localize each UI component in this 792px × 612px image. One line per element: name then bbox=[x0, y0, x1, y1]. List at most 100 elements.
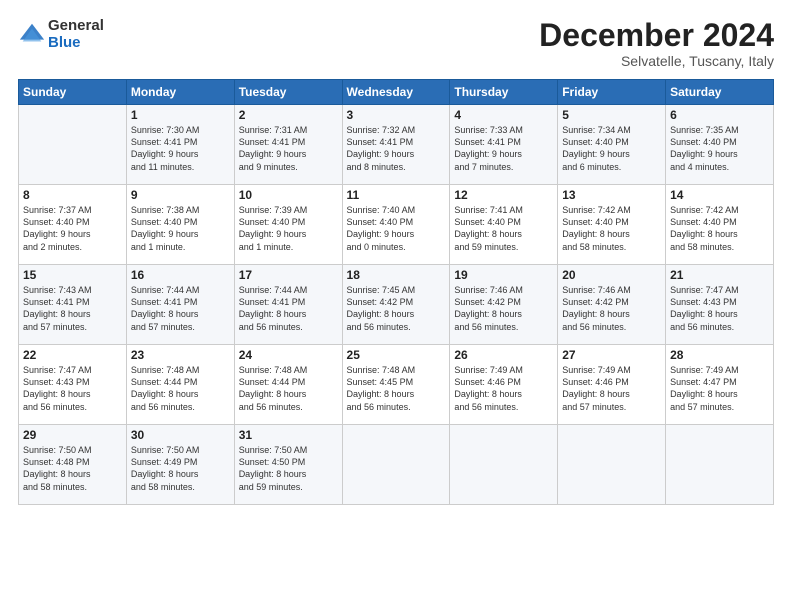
day-number: 24 bbox=[239, 348, 338, 362]
day-info: Sunrise: 7:49 AMSunset: 4:46 PMDaylight:… bbox=[454, 364, 553, 413]
day-number: 19 bbox=[454, 268, 553, 282]
day-number: 2 bbox=[239, 108, 338, 122]
calendar-cell: 26 Sunrise: 7:49 AMSunset: 4:46 PMDayligh… bbox=[450, 345, 558, 425]
day-info: Sunrise: 7:46 AMSunset: 4:42 PMDaylight:… bbox=[454, 284, 553, 333]
day-number: 27 bbox=[562, 348, 661, 362]
calendar-cell: 22 Sunrise: 7:47 AMSunset: 4:43 PMDayligh… bbox=[19, 345, 127, 425]
day-info: Sunrise: 7:33 AMSunset: 4:41 PMDaylight:… bbox=[454, 124, 553, 173]
title-block: December 2024 Selvatelle, Tuscany, Italy bbox=[539, 18, 774, 69]
calendar-cell: 4 Sunrise: 7:33 AMSunset: 4:41 PMDaylight… bbox=[450, 105, 558, 185]
day-number: 18 bbox=[347, 268, 446, 282]
calendar-cell: 11 Sunrise: 7:40 AMSunset: 4:40 PMDayligh… bbox=[342, 185, 450, 265]
calendar-cell: 24 Sunrise: 7:48 AMSunset: 4:44 PMDayligh… bbox=[234, 345, 342, 425]
calendar-week-row: 8 Sunrise: 7:37 AMSunset: 4:40 PMDaylight… bbox=[19, 185, 774, 265]
calendar-week-row: 29 Sunrise: 7:50 AMSunset: 4:48 PMDayligh… bbox=[19, 425, 774, 505]
calendar-cell: 27Sunrise: 7:49 AMSunset: 4:46 PMDayligh… bbox=[558, 345, 666, 425]
day-number: 9 bbox=[131, 188, 230, 202]
day-info: Sunrise: 7:38 AMSunset: 4:40 PMDaylight:… bbox=[131, 204, 230, 253]
calendar-week-row: 1 Sunrise: 7:30 AMSunset: 4:41 PMDaylight… bbox=[19, 105, 774, 185]
day-info: Sunrise: 7:48 AMSunset: 4:44 PMDaylight:… bbox=[239, 364, 338, 413]
day-info: Sunrise: 7:44 AMSunset: 4:41 PMDaylight:… bbox=[239, 284, 338, 333]
day-info: Sunrise: 7:46 AMSunset: 4:42 PMDaylight:… bbox=[562, 284, 661, 333]
day-info: Sunrise: 7:45 AMSunset: 4:42 PMDaylight:… bbox=[347, 284, 446, 333]
calendar-cell: 25Sunrise: 7:48 AMSunset: 4:45 PMDayligh… bbox=[342, 345, 450, 425]
day-info: Sunrise: 7:48 AMSunset: 4:44 PMDaylight:… bbox=[131, 364, 230, 413]
calendar-cell: 21Sunrise: 7:47 AMSunset: 4:43 PMDayligh… bbox=[666, 265, 774, 345]
location: Selvatelle, Tuscany, Italy bbox=[539, 53, 774, 69]
day-number: 20 bbox=[562, 268, 661, 282]
day-number: 22 bbox=[23, 348, 122, 362]
day-number: 17 bbox=[239, 268, 338, 282]
day-info: Sunrise: 7:31 AMSunset: 4:41 PMDaylight:… bbox=[239, 124, 338, 173]
calendar-cell: 17 Sunrise: 7:44 AMSunset: 4:41 PMDayligh… bbox=[234, 265, 342, 345]
day-number: 28 bbox=[670, 348, 769, 362]
calendar-cell: 20 Sunrise: 7:46 AMSunset: 4:42 PMDayligh… bbox=[558, 265, 666, 345]
day-info: Sunrise: 7:50 AMSunset: 4:49 PMDaylight:… bbox=[131, 444, 230, 493]
calendar-cell bbox=[558, 425, 666, 505]
calendar-table: Sunday Monday Tuesday Wednesday Thursday… bbox=[18, 79, 774, 505]
calendar-cell: 2 Sunrise: 7:31 AMSunset: 4:41 PMDaylight… bbox=[234, 105, 342, 185]
day-number: 6 bbox=[670, 108, 769, 122]
calendar-cell: 30 Sunrise: 7:50 AMSunset: 4:49 PMDayligh… bbox=[126, 425, 234, 505]
day-number: 23 bbox=[131, 348, 230, 362]
calendar-week-row: 15 Sunrise: 7:43 AMSunset: 4:41 PMDayligh… bbox=[19, 265, 774, 345]
day-info: Sunrise: 7:34 AMSunset: 4:40 PMDaylight:… bbox=[562, 124, 661, 173]
col-monday: Monday bbox=[126, 80, 234, 105]
day-info: Sunrise: 7:50 AMSunset: 4:48 PMDaylight:… bbox=[23, 444, 122, 493]
day-number: 8 bbox=[23, 188, 122, 202]
calendar-cell: 3Sunrise: 7:32 AMSunset: 4:41 PMDaylight… bbox=[342, 105, 450, 185]
calendar-cell bbox=[19, 105, 127, 185]
day-info: Sunrise: 7:48 AMSunset: 4:45 PMDaylight:… bbox=[347, 364, 446, 413]
day-number: 5 bbox=[562, 108, 661, 122]
day-info: Sunrise: 7:40 AMSunset: 4:40 PMDaylight:… bbox=[347, 204, 446, 253]
day-info: Sunrise: 7:41 AMSunset: 4:40 PMDaylight:… bbox=[454, 204, 553, 253]
day-number: 29 bbox=[23, 428, 122, 442]
page-container: General Blue December 2024 Selvatelle, T… bbox=[0, 0, 792, 515]
day-number: 13 bbox=[562, 188, 661, 202]
col-tuesday: Tuesday bbox=[234, 80, 342, 105]
logo: General Blue bbox=[18, 18, 104, 51]
day-number: 31 bbox=[239, 428, 338, 442]
day-number: 30 bbox=[131, 428, 230, 442]
calendar-cell: 28 Sunrise: 7:49 AMSunset: 4:47 PMDayligh… bbox=[666, 345, 774, 425]
calendar-cell: 18 Sunrise: 7:45 AMSunset: 4:42 PMDayligh… bbox=[342, 265, 450, 345]
day-info: Sunrise: 7:42 AMSunset: 4:40 PMDaylight:… bbox=[562, 204, 661, 253]
day-info: Sunrise: 7:43 AMSunset: 4:41 PMDaylight:… bbox=[23, 284, 122, 333]
month-title: December 2024 bbox=[539, 18, 774, 53]
day-info: Sunrise: 7:39 AMSunset: 4:40 PMDaylight:… bbox=[239, 204, 338, 253]
calendar-cell: 16 Sunrise: 7:44 AMSunset: 4:41 PMDayligh… bbox=[126, 265, 234, 345]
logo-text: General Blue bbox=[48, 18, 104, 51]
col-wednesday: Wednesday bbox=[342, 80, 450, 105]
calendar-cell: 5 Sunrise: 7:34 AMSunset: 4:40 PMDaylight… bbox=[558, 105, 666, 185]
day-number: 3 bbox=[347, 108, 446, 122]
day-info: Sunrise: 7:37 AMSunset: 4:40 PMDaylight:… bbox=[23, 204, 122, 253]
day-info: Sunrise: 7:49 AMSunset: 4:47 PMDaylight:… bbox=[670, 364, 769, 413]
col-sunday: Sunday bbox=[19, 80, 127, 105]
calendar-week-row: 22 Sunrise: 7:47 AMSunset: 4:43 PMDayligh… bbox=[19, 345, 774, 425]
day-number: 11 bbox=[347, 188, 446, 202]
calendar-cell: 31 Sunrise: 7:50 AMSunset: 4:50 PMDayligh… bbox=[234, 425, 342, 505]
day-number: 12 bbox=[454, 188, 553, 202]
day-number: 15 bbox=[23, 268, 122, 282]
calendar-cell bbox=[666, 425, 774, 505]
calendar-cell: 9 Sunrise: 7:38 AMSunset: 4:40 PMDaylight… bbox=[126, 185, 234, 265]
day-info: Sunrise: 7:47 AMSunset: 4:43 PMDaylight:… bbox=[23, 364, 122, 413]
day-info: Sunrise: 7:44 AMSunset: 4:41 PMDaylight:… bbox=[131, 284, 230, 333]
day-number: 1 bbox=[131, 108, 230, 122]
calendar-cell bbox=[342, 425, 450, 505]
day-info: Sunrise: 7:35 AMSunset: 4:40 PMDaylight:… bbox=[670, 124, 769, 173]
day-number: 10 bbox=[239, 188, 338, 202]
col-friday: Friday bbox=[558, 80, 666, 105]
day-number: 26 bbox=[454, 348, 553, 362]
calendar-cell: 10 Sunrise: 7:39 AMSunset: 4:40 PMDayligh… bbox=[234, 185, 342, 265]
col-saturday: Saturday bbox=[666, 80, 774, 105]
day-info: Sunrise: 7:50 AMSunset: 4:50 PMDaylight:… bbox=[239, 444, 338, 493]
calendar-cell: 23 Sunrise: 7:48 AMSunset: 4:44 PMDayligh… bbox=[126, 345, 234, 425]
day-number: 16 bbox=[131, 268, 230, 282]
col-thursday: Thursday bbox=[450, 80, 558, 105]
calendar-cell: 14Sunrise: 7:42 AMSunset: 4:40 PMDayligh… bbox=[666, 185, 774, 265]
day-info: Sunrise: 7:30 AMSunset: 4:41 PMDaylight:… bbox=[131, 124, 230, 173]
day-info: Sunrise: 7:47 AMSunset: 4:43 PMDaylight:… bbox=[670, 284, 769, 333]
day-number: 4 bbox=[454, 108, 553, 122]
logo-general: General bbox=[48, 18, 104, 35]
